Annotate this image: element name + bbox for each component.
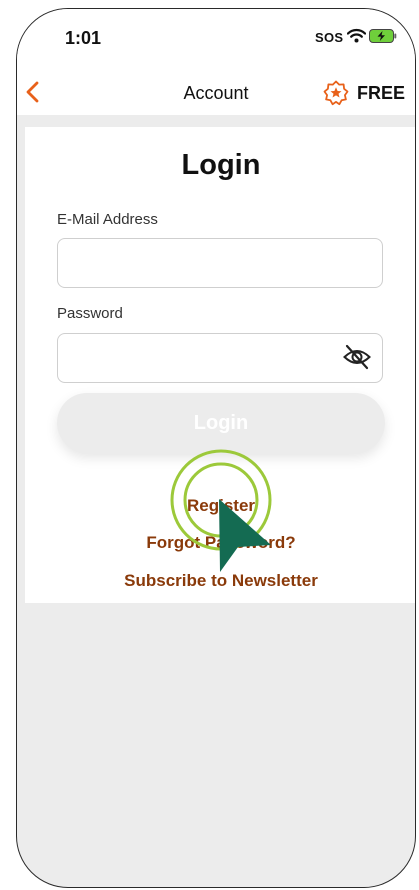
- login-button[interactable]: Login: [57, 393, 385, 453]
- free-badge-button[interactable]: FREE: [323, 78, 405, 108]
- email-field-box: [57, 238, 383, 288]
- newsletter-link[interactable]: Subscribe to Newsletter: [25, 571, 415, 591]
- password-field-box: [57, 333, 383, 383]
- free-label: FREE: [357, 82, 406, 103]
- email-label: E-Mail Address: [57, 211, 158, 228]
- status-bar: 1:01 SOS: [17, 9, 415, 71]
- star-badge-icon: [323, 80, 349, 106]
- phone-frame: 1:01 SOS Account FREE Login E-Mail Addre…: [16, 8, 416, 888]
- login-title: Login: [181, 149, 261, 181]
- sos-indicator: SOS: [315, 30, 344, 45]
- password-field[interactable]: [68, 334, 332, 380]
- login-card: Login E-Mail Address Password Login Regi…: [25, 127, 415, 603]
- password-visibility-toggle[interactable]: [342, 343, 372, 376]
- navigation-bar: Account FREE: [17, 71, 415, 115]
- password-label: Password: [57, 305, 123, 322]
- eye-slash-icon: [343, 344, 371, 370]
- email-field[interactable]: [68, 239, 332, 285]
- battery-charging-icon: [369, 29, 397, 48]
- wifi-icon: [346, 28, 367, 48]
- register-link[interactable]: Register: [25, 496, 415, 516]
- forgot-password-link[interactable]: Forgot Password?: [25, 533, 415, 553]
- status-time: 1:01: [65, 28, 102, 48]
